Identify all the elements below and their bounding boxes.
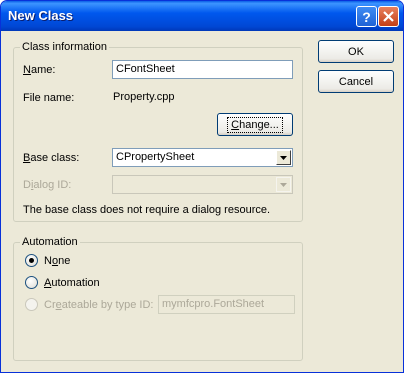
base-class-label: Base class: bbox=[23, 152, 80, 164]
dialog-id-dropdown-button[interactable] bbox=[276, 177, 291, 192]
base-class-value: CPropertySheet bbox=[116, 151, 195, 163]
class-information-label: Class information bbox=[20, 41, 109, 53]
dialog-resource-note: The base class does not require a dialog… bbox=[23, 204, 271, 216]
radio-automation-indicator[interactable] bbox=[25, 276, 38, 289]
title-bar[interactable]: New Class ? bbox=[1, 1, 403, 31]
help-button[interactable]: ? bbox=[356, 6, 377, 27]
radio-none[interactable]: None bbox=[25, 254, 70, 267]
chevron-down-icon bbox=[280, 155, 287, 160]
dialog-id-combo[interactable] bbox=[112, 175, 293, 194]
radio-none-indicator[interactable] bbox=[25, 254, 38, 267]
chevron-down-icon bbox=[280, 182, 287, 187]
type-id-value: mymfcpro.FontSheet bbox=[162, 298, 265, 310]
radio-createable-indicator[interactable] bbox=[25, 298, 38, 311]
change-button[interactable]: Change... bbox=[217, 113, 293, 136]
base-class-dropdown-button[interactable] bbox=[276, 150, 291, 165]
automation-group-label: Automation bbox=[20, 236, 80, 248]
close-icon bbox=[383, 11, 394, 22]
change-button-label: Change... bbox=[227, 116, 283, 133]
radio-createable[interactable]: Createable by type ID: bbox=[25, 298, 153, 311]
file-name-field: Property.cpp bbox=[109, 88, 293, 107]
ok-button[interactable]: OK bbox=[318, 40, 394, 63]
radio-automation[interactable]: Automation bbox=[25, 276, 100, 289]
close-button[interactable] bbox=[378, 6, 399, 27]
file-name-label: File name: bbox=[23, 92, 75, 104]
dialog-id-label: Dialog ID: bbox=[23, 179, 72, 191]
new-class-dialog: New Class ? Class information Name: CFon… bbox=[0, 0, 404, 373]
type-id-input[interactable]: mymfcpro.FontSheet bbox=[158, 295, 295, 314]
dialog-title: New Class bbox=[8, 8, 74, 23]
name-input[interactable]: CFontSheet bbox=[112, 60, 293, 79]
help-icon: ? bbox=[362, 8, 371, 25]
cancel-button-label: Cancel bbox=[338, 75, 374, 88]
file-name-value: Property.cpp bbox=[113, 91, 175, 103]
name-label: Name: bbox=[23, 64, 56, 76]
radio-createable-label: Createable by type ID: bbox=[44, 298, 154, 311]
name-input-value: CFontSheet bbox=[116, 63, 175, 75]
ok-button-label: OK bbox=[348, 45, 364, 58]
cancel-button[interactable]: Cancel bbox=[318, 70, 394, 93]
base-class-combo[interactable]: CPropertySheet bbox=[112, 148, 293, 167]
radio-automation-label: Automation bbox=[44, 276, 100, 289]
radio-none-label: None bbox=[44, 254, 71, 267]
